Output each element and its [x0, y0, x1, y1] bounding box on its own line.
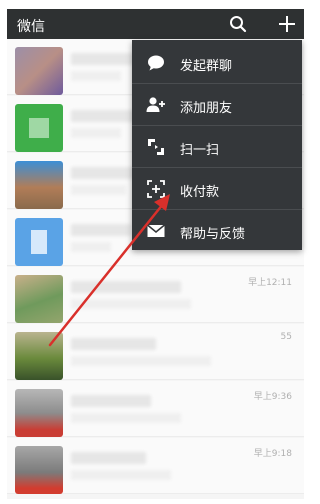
- chat-time: 55: [280, 332, 292, 342]
- menu-item-label: 扫一扫: [180, 143, 220, 158]
- menu-item-label: 发起群聊: [180, 59, 233, 74]
- blurred-message: [71, 71, 121, 81]
- plus-dropdown-menu: 发起群聊 添加朋友 扫一扫 收付款 帮助与反馈: [132, 40, 302, 250]
- blurred-message: [71, 128, 121, 138]
- search-icon[interactable]: [228, 14, 248, 34]
- blurred-name: [71, 338, 156, 350]
- chat-time: 早上12:11: [248, 278, 292, 288]
- blurred-message: [71, 356, 211, 366]
- add-friend-icon: [146, 97, 165, 112]
- menu-item-label: 添加朋友: [180, 101, 233, 116]
- blurred-message: [71, 413, 181, 423]
- menu-item-payment[interactable]: 收付款: [132, 168, 302, 210]
- avatar: [15, 332, 63, 380]
- scan-icon: [148, 139, 164, 155]
- menu-item-help-feedback[interactable]: 帮助与反馈: [132, 210, 302, 252]
- avatar: [15, 275, 63, 323]
- plus-icon[interactable]: [277, 14, 297, 34]
- avatar: [15, 47, 63, 95]
- blurred-name: [71, 452, 146, 464]
- menu-item-scan[interactable]: 扫一扫: [132, 126, 302, 168]
- menu-item-label: 帮助与反馈: [180, 227, 246, 242]
- avatar: [15, 446, 63, 494]
- menu-item-add-friend[interactable]: 添加朋友: [132, 84, 302, 126]
- blurred-name: [71, 395, 151, 407]
- chat-row[interactable]: 55: [7, 324, 304, 380]
- menu-item-group-chat[interactable]: 发起群聊: [132, 42, 302, 84]
- chat-time: 早上9:18: [253, 449, 292, 459]
- chat-bubble-icon: [148, 55, 164, 71]
- chat-time: 早上9:36: [253, 392, 292, 402]
- chat-row[interactable]: 早上9:36: [7, 381, 304, 437]
- blurred-message: [71, 470, 171, 480]
- blurred-message: [71, 242, 111, 252]
- blurred-message: [71, 299, 191, 309]
- avatar: [15, 161, 63, 209]
- chat-row[interactable]: 早上12:11: [7, 267, 304, 323]
- mail-icon: [147, 224, 165, 237]
- top-bar: 微信: [7, 9, 304, 39]
- blurred-name: [71, 224, 131, 236]
- chat-row[interactable]: 早上9:18: [7, 438, 304, 494]
- app-title: 微信: [17, 19, 45, 35]
- avatar: [15, 389, 63, 437]
- menu-item-label: 收付款: [180, 185, 220, 200]
- blurred-name: [71, 110, 141, 122]
- payment-icon: [147, 180, 165, 198]
- avatar: [15, 218, 63, 266]
- blurred-message: [71, 185, 126, 195]
- avatar: [15, 104, 63, 152]
- blurred-name: [71, 281, 181, 293]
